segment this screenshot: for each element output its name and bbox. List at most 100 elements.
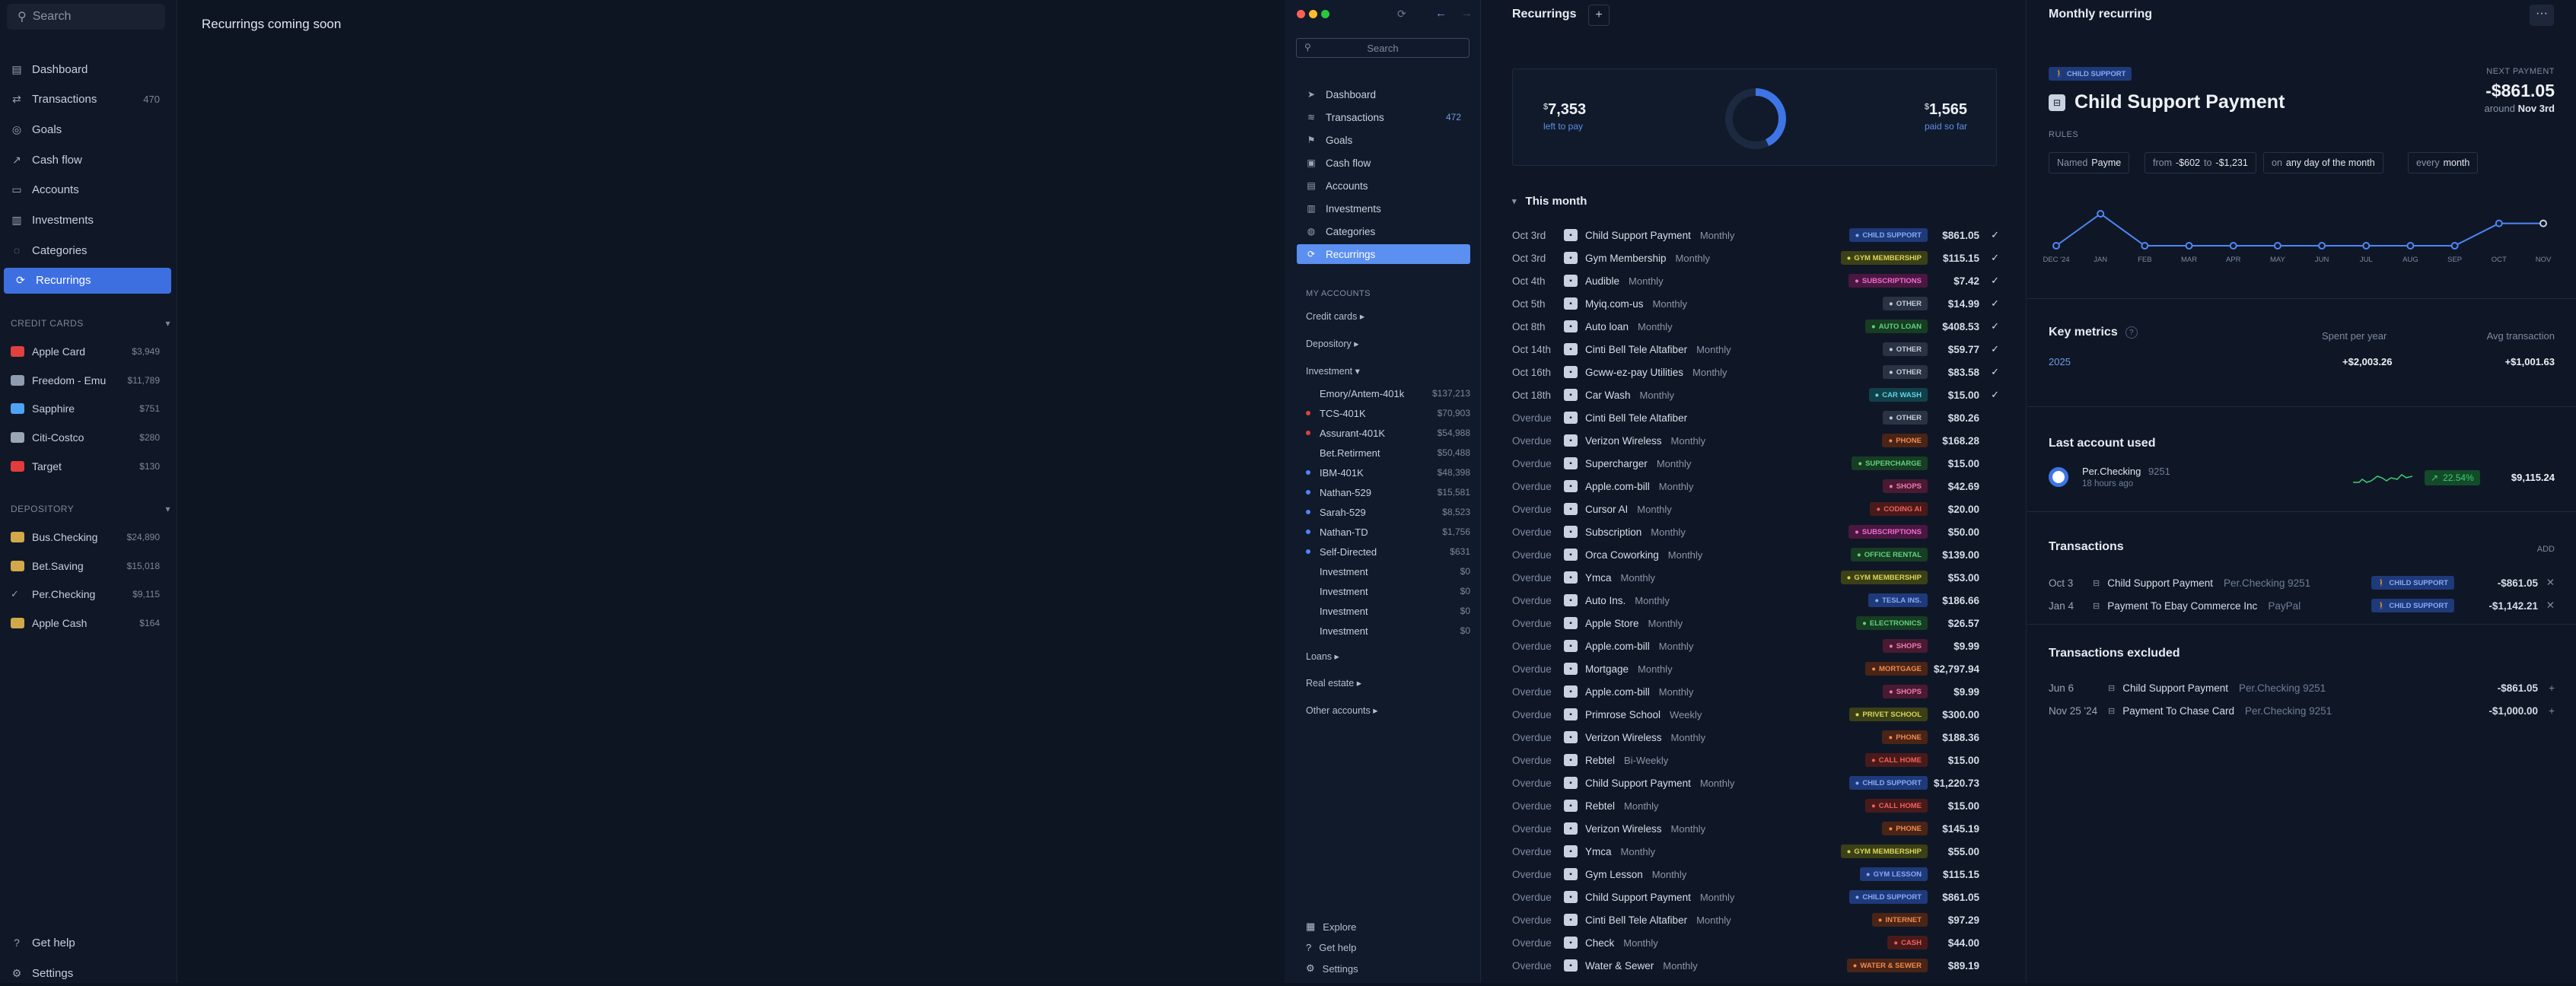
account-item[interactable]: Apple Cash $164	[0, 612, 172, 635]
this-month-section[interactable]: ▾ This month	[1512, 195, 1587, 208]
maximize-window-button[interactable]	[1321, 10, 1329, 18]
rule-chip[interactable]: on any day of the month	[2263, 152, 2383, 173]
recurring-row[interactable]: Overdue ▪ Gym Lesson Monthly ● GYM LESSON $115…	[1512, 863, 1999, 886]
nav-item-categories[interactable]: ◍ Categories	[1297, 221, 1470, 241]
recurring-row[interactable]: Overdue ▪ Primrose School Weekly ● PRIVET SCH…	[1512, 703, 1999, 726]
back-arrow-icon[interactable]: ←	[1435, 7, 1447, 20]
recurring-row[interactable]: Overdue ▪ Auto Ins. Monthly ● TESLA INS. $186.…	[1512, 589, 1999, 612]
credit-cards-group[interactable]: Credit cards ▸	[1306, 310, 1364, 322]
investment-account-item[interactable]: Investment $0	[1306, 622, 1470, 640]
loans-group[interactable]: Loans ▸	[1306, 650, 1339, 662]
nav-item-dashboard[interactable]: ▤ Dashboard	[0, 56, 172, 82]
refresh-icon[interactable]: ⟳	[1397, 8, 1406, 21]
recurring-row[interactable]: Overdue ▪ Subscription Monthly ● SUBSCRIPTION…	[1512, 520, 1999, 543]
explore-button[interactable]: ▦ Explore	[1306, 921, 1356, 933]
recurring-row[interactable]: Overdue ▪ Cinti Bell Tele Altafiber ● OTHER $…	[1512, 406, 1999, 429]
nav-item-categories[interactable]: ◌ Categories	[0, 237, 172, 263]
investment-account-item[interactable]: IBM-401K $48,398	[1306, 463, 1470, 482]
close-window-button[interactable]	[1297, 10, 1305, 18]
minimize-window-button[interactable]	[1309, 10, 1317, 18]
recurring-row[interactable]: Oct 3rd ▪ Child Support Payment Monthly ● CHI…	[1512, 224, 1999, 247]
recurring-row[interactable]: Oct 8th ▪ Auto loan Monthly ● AUTO LOAN $408.5…	[1512, 315, 1999, 338]
settings-button[interactable]: ⚙ Settings	[1306, 962, 1358, 975]
depository-section[interactable]: DEPOSITORY ▾	[11, 504, 170, 514]
add-icon[interactable]: +	[2538, 705, 2555, 717]
transaction-row[interactable]: Jan 4 ⊟ Payment To Ebay Commerce Inc PayPal…	[2049, 595, 2555, 616]
nav-item-accounts[interactable]: ▤ Accounts	[1297, 176, 1470, 196]
history-point[interactable]	[2450, 242, 2459, 250]
get-help-button[interactable]: ? Get help	[0, 930, 172, 956]
history-point[interactable]	[2318, 242, 2326, 250]
rule-chip[interactable]: every month	[2408, 152, 2479, 173]
recurring-row[interactable]: Overdue ▪ Child Support Payment Monthly ● CHI…	[1512, 886, 1999, 908]
add-transaction-button[interactable]: ADD	[2537, 545, 2555, 554]
investment-account-item[interactable]: Self-Directed $631	[1306, 542, 1470, 561]
real-estate-group[interactable]: Real estate ▸	[1306, 677, 1361, 689]
investment-group[interactable]: Investment ▾	[1306, 365, 1360, 377]
recurring-row[interactable]: Overdue ▪ Check Monthly ● CASH $44.00	[1512, 931, 1999, 954]
account-item[interactable]: Target $130	[0, 455, 172, 478]
depository-group[interactable]: Depository ▸	[1306, 338, 1359, 349]
recurring-row[interactable]: Oct 4th ▪ Audible Monthly ● SUBSCRIPTIONS $7.4…	[1512, 269, 1999, 292]
nav-item-investments[interactable]: ▥ Investments	[1297, 199, 1470, 218]
nav-item-goals[interactable]: ⚑ Goals	[1297, 130, 1470, 150]
recurring-row[interactable]: Overdue ▪ Apple.com-bill Monthly ● SHOPS $42.6…	[1512, 475, 1999, 498]
rule-chip[interactable]: Named Payme	[2049, 152, 2130, 173]
nav-item-goals[interactable]: ◎ Goals	[0, 116, 172, 142]
recurring-row[interactable]: Oct 16th ▪ Gcww-ez-pay Utilities Monthly ● OT…	[1512, 361, 1999, 383]
nav-item-transactions[interactable]: ≋ Transactions 472	[1297, 107, 1470, 127]
recurring-row[interactable]: Overdue ▪ Child Support Payment Monthly ● CHI…	[1512, 771, 1999, 794]
nav-item-accounts[interactable]: ▭ Accounts	[0, 177, 172, 203]
account-item[interactable]: ✓ Per.Checking $9,115	[0, 583, 172, 606]
settings-button[interactable]: ⚙ Settings	[0, 960, 172, 986]
recurring-row[interactable]: Overdue ▪ Ymca Monthly ● GYM MEMBERSHIP $53.00	[1512, 566, 1999, 589]
nav-item-dashboard[interactable]: ➤ Dashboard	[1297, 84, 1470, 104]
other-accounts-group[interactable]: Other accounts ▸	[1306, 705, 1378, 716]
transaction-row[interactable]: Oct 3 ⊟ Child Support Payment Per.Checking …	[2049, 572, 2555, 593]
investment-account-item[interactable]: Nathan-529 $15,581	[1306, 483, 1470, 501]
search-input[interactable]: ⚲ Search	[1296, 38, 1469, 58]
investment-account-item[interactable]: Assurant-401K $54,988	[1306, 424, 1470, 442]
add-icon[interactable]: +	[2538, 682, 2555, 694]
recurring-row[interactable]: Overdue ▪ Water & Sewer Monthly ● WATER & SEW…	[1512, 954, 1999, 977]
history-point[interactable]	[2185, 242, 2193, 250]
remove-icon[interactable]: ✕	[2538, 577, 2555, 589]
nav-item-investments[interactable]: ▥ Investments	[0, 208, 172, 234]
rule-chip[interactable]: from -$602 to -$1,231	[2145, 152, 2256, 173]
get-help-button[interactable]: ? Get help	[1306, 942, 1356, 953]
investment-account-item[interactable]: Nathan-TD $1,756	[1306, 523, 1470, 541]
recurring-row[interactable]: Oct 3rd ▪ Gym Membership Monthly ● GYM MEMBER…	[1512, 247, 1999, 269]
history-point[interactable]	[2362, 242, 2371, 250]
history-point[interactable]	[2052, 242, 2060, 250]
recurring-row[interactable]: Oct 5th ▪ Myiq.com-us Monthly ● OTHER $14.99 ✓	[1512, 292, 1999, 315]
excluded-transaction-row[interactable]: Jun 6 ⊟ Child Support Payment Per.Checking …	[2049, 677, 2555, 698]
forward-arrow-icon[interactable]: →	[1461, 7, 1473, 20]
nav-item-transactions[interactable]: ⇄ Transactions 470	[0, 87, 172, 113]
history-point[interactable]	[2229, 242, 2237, 250]
nav-item-cash-flow[interactable]: ▣ Cash flow	[1297, 153, 1470, 173]
excluded-transaction-row[interactable]: Nov 25 '24 ⊟ Payment To Chase Card Per.Chec…	[2049, 700, 2555, 721]
credit-cards-section[interactable]: CREDIT CARDS ▾	[11, 318, 170, 329]
remove-icon[interactable]: ✕	[2538, 600, 2555, 612]
recurring-row[interactable]: Overdue ▪ Rebtel Bi-Weekly ● CALL HOME $15.00	[1512, 749, 1999, 771]
recurring-row[interactable]: Overdue ▪ Verizon Wireless Monthly ● PHONE $16…	[1512, 429, 1999, 452]
account-item[interactable]: Apple Card $3,949	[0, 340, 172, 363]
more-options-button[interactable]: ···	[2530, 5, 2554, 26]
recurring-row[interactable]: Oct 18th ▪ Car Wash Monthly ● CAR WASH $15.00 ✓	[1512, 383, 1999, 406]
last-account-row[interactable]: Per.Checking 9251 18 hours ago ↗ 22.54% $…	[2049, 464, 2555, 491]
account-item[interactable]: Bus.Checking $24,890	[0, 526, 172, 549]
recurring-row[interactable]: Overdue ▪ Apple.com-bill Monthly ● SHOPS $9.99	[1512, 635, 1999, 657]
investment-account-item[interactable]: Investment $0	[1306, 602, 1470, 620]
recurring-row[interactable]: Overdue ▪ Supercharger Monthly ● SUPERCHARGE $…	[1512, 452, 1999, 475]
recurring-row[interactable]: Oct 14th ▪ Cinti Bell Tele Altafiber Monthl…	[1512, 338, 1999, 361]
info-icon[interactable]: ?	[2125, 326, 2138, 339]
investment-account-item[interactable]: Investment $0	[1306, 562, 1470, 580]
recurring-row[interactable]: Overdue ▪ Verizon Wireless Monthly ● PHONE $14…	[1512, 817, 1999, 840]
recurring-row[interactable]: Overdue ▪ Ymca Monthly ● GYM MEMBERSHIP $55.00	[1512, 840, 1999, 863]
recurring-row[interactable]: Overdue ▪ Verizon Wireless Monthly ● PHONE $18…	[1512, 726, 1999, 749]
recurring-row[interactable]: Overdue ▪ Cursor AI Monthly ● CODING AI $20.00	[1512, 498, 1999, 520]
account-item[interactable]: Freedom - Emu $11,789	[0, 369, 172, 392]
history-point[interactable]	[2273, 242, 2281, 250]
search-input[interactable]: ⚲ Search	[7, 4, 165, 30]
account-item[interactable]: Sapphire $751	[0, 397, 172, 420]
